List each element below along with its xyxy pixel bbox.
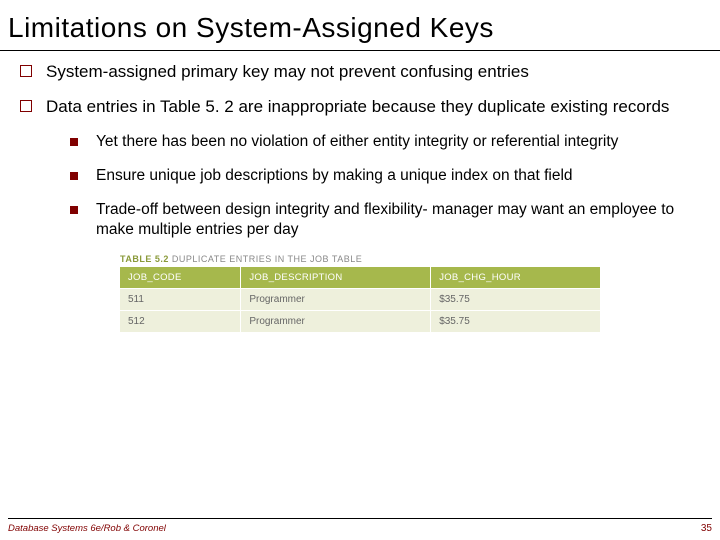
slide-title: Limitations on System-Assigned Keys: [0, 0, 720, 51]
table-row: 512 Programmer $35.75: [120, 311, 600, 333]
slide-content: System-assigned primary key may not prev…: [0, 51, 720, 332]
square-bullet-icon: [20, 100, 32, 112]
filled-square-icon: [70, 172, 78, 180]
table-cell: $35.75: [431, 289, 600, 311]
sub-bullet-item: Trade-off between design integrity and f…: [70, 200, 700, 240]
footer-source: Database Systems 6e/Rob & Coronel: [8, 523, 166, 534]
table-cell: 511: [120, 289, 241, 311]
filled-square-icon: [70, 138, 78, 146]
table-cell: Programmer: [241, 311, 431, 333]
page-number: 35: [701, 523, 712, 534]
sub-bullet-text: Ensure unique job descriptions by making…: [96, 166, 573, 186]
bullet-item: System-assigned primary key may not prev…: [20, 61, 700, 82]
table-row: 511 Programmer $35.75: [120, 289, 600, 311]
table-header-cell: JOB_CHG_HOUR: [431, 267, 600, 289]
table-header-cell: JOB_DESCRIPTION: [241, 267, 431, 289]
filled-square-icon: [70, 206, 78, 214]
slide-footer: Database Systems 6e/Rob & Coronel 35: [8, 518, 712, 534]
table-caption-label: TABLE 5.2: [120, 254, 169, 264]
sub-bullet-list: Yet there has been no violation of eithe…: [20, 132, 700, 241]
bullet-text: System-assigned primary key may not prev…: [46, 61, 529, 82]
job-table: JOB_CODE JOB_DESCRIPTION JOB_CHG_HOUR 51…: [120, 267, 600, 332]
table-cell: 512: [120, 311, 241, 333]
table-cell: Programmer: [241, 289, 431, 311]
bullet-item: Data entries in Table 5. 2 are inappropr…: [20, 96, 700, 117]
sub-bullet-item: Ensure unique job descriptions by making…: [70, 166, 700, 186]
table-caption: TABLE 5.2 DUPLICATE ENTRIES IN THE JOB T…: [120, 254, 600, 264]
bullet-text: Data entries in Table 5. 2 are inappropr…: [46, 96, 669, 117]
table-caption-text: DUPLICATE ENTRIES IN THE JOB TABLE: [172, 254, 362, 264]
sub-bullet-item: Yet there has been no violation of eithe…: [70, 132, 700, 152]
sub-bullet-text: Trade-off between design integrity and f…: [96, 200, 700, 240]
square-bullet-icon: [20, 65, 32, 77]
table-figure: TABLE 5.2 DUPLICATE ENTRIES IN THE JOB T…: [120, 254, 600, 332]
table-header-cell: JOB_CODE: [120, 267, 241, 289]
sub-bullet-text: Yet there has been no violation of eithe…: [96, 132, 618, 152]
table-header-row: JOB_CODE JOB_DESCRIPTION JOB_CHG_HOUR: [120, 267, 600, 289]
table-cell: $35.75: [431, 311, 600, 333]
